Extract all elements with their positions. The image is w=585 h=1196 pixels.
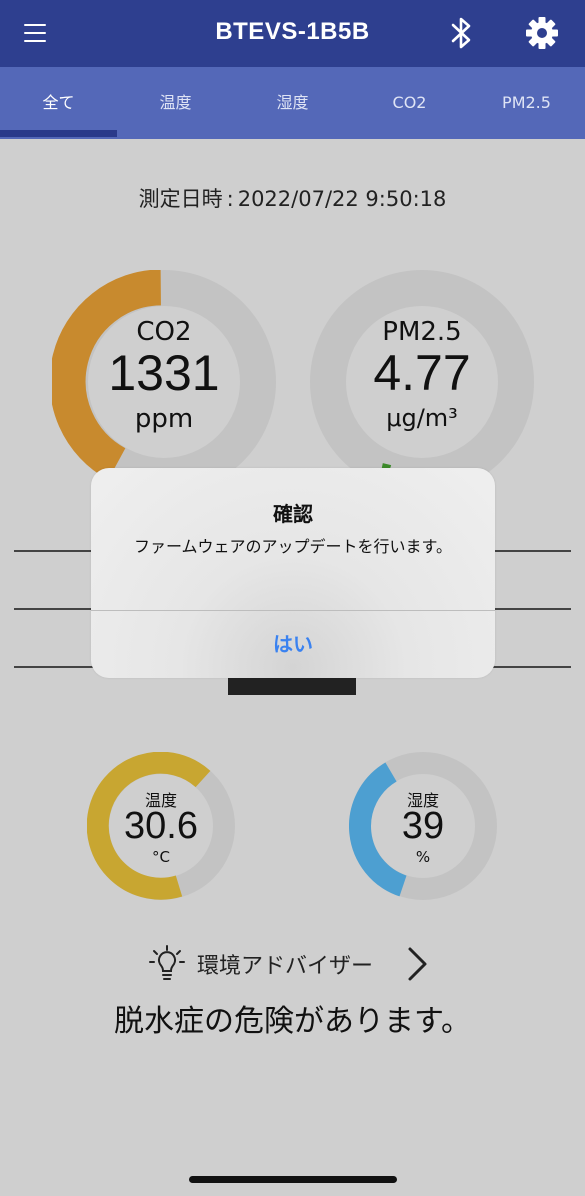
advisor-label: 環境アドバイザー [197,954,374,979]
active-tab-indicator [0,130,117,137]
chevron-right-icon [408,947,427,981]
tab-bar: 全て 温度 湿度 CO2 PM2.5 [0,67,585,139]
tab-temperature[interactable]: 温度 [117,67,234,139]
datetime-label: 測定日時 [138,187,223,211]
tab-humidity[interactable]: 湿度 [234,67,351,139]
confirm-dialog: 確認 ファームウェアのアップデートを行います。 はい [91,468,495,678]
pm25-gauge-unit: μg/m³ [386,404,458,432]
co2-gauge[interactable]: CO2 1331 ppm [52,270,276,494]
tab-co2[interactable]: CO2 [351,67,468,139]
tab-pm25[interactable]: PM2.5 [468,67,585,139]
pm25-gauge[interactable]: PM2.5 4.77 μg/m³ [310,270,534,494]
temperature-gauge-unit: °C [152,848,170,866]
gear-icon[interactable] [526,17,558,49]
humidity-gauge[interactable]: 湿度 39 % [349,752,497,900]
pm25-gauge-name: PM2.5 [382,317,462,347]
home-indicator[interactable] [189,1176,397,1183]
app-header: BTEVS-1B5B [0,0,585,67]
bluetooth-icon[interactable] [448,16,474,50]
environment-advisor-link[interactable]: 環境アドバイザー [0,940,585,986]
pm25-gauge-value: 4.77 [373,345,471,401]
advisor-message: 脱水症の危険があります。 [114,1004,471,1039]
humidity-gauge-unit: % [415,848,431,866]
dialog-title: 確認 [273,502,313,526]
humidity-gauge-value: 39 [401,805,445,847]
dialog-yes-button[interactable]: はい [91,611,495,678]
co2-gauge-name: CO2 [136,317,192,347]
temperature-gauge-value: 30.6 [124,805,198,847]
dialog-message: ファームウェアのアップデートを行います。 [134,537,452,556]
device-title: BTEVS-1B5B [215,18,370,45]
co2-gauge-unit: ppm [134,404,194,434]
co2-gauge-value: 1331 [108,345,220,401]
datetime-separator: : [226,187,234,211]
temperature-gauge[interactable]: 温度 30.6 °C [87,752,235,900]
measurement-datetime: 測定日時:2022/07/22 9:50:18 [0,183,585,213]
lightbulb-icon [149,945,185,980]
datetime-value: 2022/07/22 9:50:18 [237,187,447,211]
tab-all[interactable]: 全て [0,67,117,139]
dark-bar [228,676,356,695]
